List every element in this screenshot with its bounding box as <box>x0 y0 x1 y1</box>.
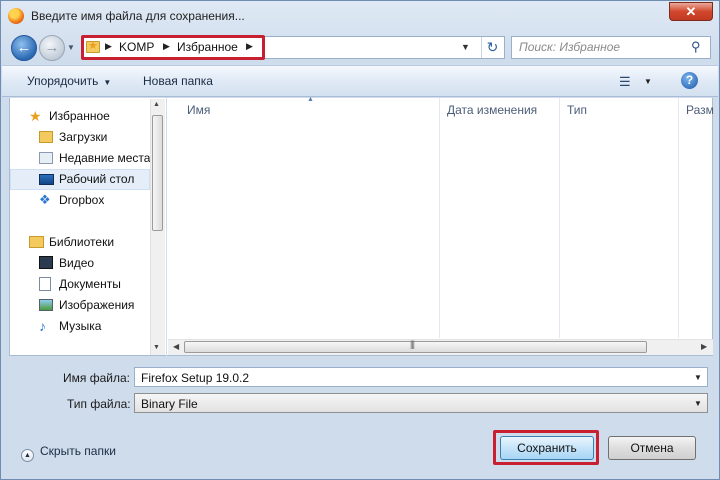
address-dropdown-icon[interactable]: ▼ <box>461 42 470 52</box>
sidebar-item-label: Загрузки <box>59 130 108 144</box>
close-button[interactable]: ✕ <box>669 2 713 21</box>
navigation-scrollbar-thumb[interactable] <box>152 115 163 231</box>
libraries-icon <box>29 236 44 248</box>
sidebar-item-label: Избранное <box>49 109 110 123</box>
sort-ascending-icon: ▲ <box>307 96 314 103</box>
scroll-up-icon[interactable]: ▲ <box>153 101 160 108</box>
new-folder-button[interactable]: Новая папка <box>143 74 213 88</box>
filename-label: Имя файла: <box>63 371 130 385</box>
filetype-select[interactable] <box>134 393 708 413</box>
chevron-up-icon: ▲ <box>21 449 34 462</box>
horizontal-scrollbar-thumb[interactable] <box>184 341 647 353</box>
column-divider[interactable] <box>439 98 440 338</box>
filetype-value[interactable]: Binary File <box>141 397 198 411</box>
column-header-type[interactable]: Тип <box>567 103 587 117</box>
hide-folders-label: Скрыть папки <box>40 444 116 458</box>
save-button[interactable]: Сохранить <box>500 436 594 460</box>
column-header-size[interactable]: Разм <box>686 103 714 117</box>
filename-value[interactable]: Firefox Setup 19.0.2 <box>141 371 249 385</box>
video-icon <box>39 256 53 269</box>
refresh-button[interactable]: ↻ <box>481 37 503 58</box>
star-icon: ★ <box>29 108 42 124</box>
sidebar-item-label: Видео <box>59 256 95 270</box>
sidebar-item-label: Документы <box>59 277 121 291</box>
column-header-date-modified[interactable]: Дата изменения <box>447 103 537 117</box>
scroll-right-icon[interactable]: ▶ <box>701 342 707 351</box>
window-title: Введите имя файла для сохранения... <box>31 9 245 23</box>
file-list[interactable] <box>167 98 713 356</box>
scroll-left-icon[interactable]: ◀ <box>173 342 179 351</box>
pictures-icon <box>39 299 53 311</box>
recent-places-icon <box>39 152 53 164</box>
cancel-button[interactable]: Отмена <box>608 436 696 460</box>
downloads-icon <box>39 131 53 143</box>
organize-label: Упорядочить <box>27 74 99 88</box>
sidebar-item-label: Недавние места <box>59 151 151 165</box>
scroll-down-icon[interactable]: ▼ <box>153 344 160 351</box>
save-file-dialog: Введите имя файла для сохранения... ✕ ← … <box>0 0 720 480</box>
title-bar: Введите имя файла для сохранения... ✕ <box>1 1 719 31</box>
forward-button[interactable]: → <box>39 35 65 61</box>
firefox-icon <box>8 8 24 24</box>
scrollbar-grip-icon: ||| <box>410 339 415 349</box>
hide-folders-toggle[interactable]: ▲ Скрыть папки <box>21 444 116 462</box>
chevron-down-icon[interactable]: ▼ <box>644 77 652 86</box>
help-icon[interactable]: ? <box>681 72 698 89</box>
column-divider[interactable] <box>559 98 560 338</box>
chevron-down-icon: ▼ <box>103 78 112 87</box>
column-divider[interactable] <box>678 98 679 338</box>
sidebar-item-label: Музыка <box>59 319 102 333</box>
dropbox-icon: ❖ <box>39 192 51 207</box>
sidebar-item-label: Dropbox <box>59 193 105 207</box>
sidebar-item-label: Библиотеки <box>49 235 115 249</box>
organize-menu[interactable]: Упорядочить ▼ <box>27 74 111 88</box>
music-icon: ♪ <box>39 318 46 334</box>
history-dropdown-icon[interactable]: ▼ <box>67 43 76 52</box>
sidebar-item-label: Рабочий стол <box>59 172 135 186</box>
filetype-label: Тип файла: <box>67 397 131 411</box>
chevron-down-icon[interactable]: ▼ <box>694 399 702 408</box>
chevron-down-icon[interactable]: ▼ <box>694 373 702 382</box>
search-icon[interactable]: ⚲ <box>691 39 701 55</box>
desktop-icon <box>39 174 54 185</box>
documents-icon <box>39 277 51 291</box>
search-placeholder: Поиск: Избранное <box>519 40 621 54</box>
back-button[interactable]: ← <box>11 35 37 61</box>
breadcrumb-highlight <box>81 35 265 60</box>
column-header-name[interactable]: Имя <box>187 103 210 117</box>
sidebar-item-label: Изображения <box>59 298 135 312</box>
view-options-icon[interactable]: ☰ <box>619 74 631 90</box>
